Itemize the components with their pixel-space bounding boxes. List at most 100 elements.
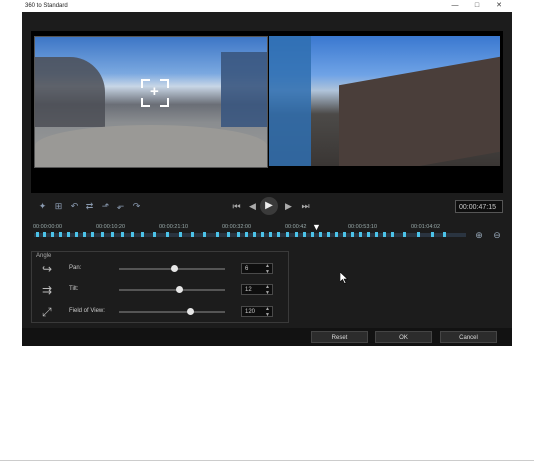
- keyframe-marker[interactable]: [269, 232, 272, 237]
- keyframe-marker[interactable]: [319, 232, 322, 237]
- title-bar: 360 to Standard — □ ✕: [22, 0, 512, 12]
- keyframe-marker[interactable]: [75, 232, 78, 237]
- angle-panel-title: Angle: [36, 253, 52, 259]
- timeline[interactable]: 00:00:00:00 00:00:10:20 00:00:21:10 00:00:3…: [31, 222, 503, 246]
- keyframe-marker[interactable]: [286, 232, 289, 237]
- view-selector[interactable]: +: [141, 79, 169, 107]
- keyframe-marker[interactable]: [367, 232, 370, 237]
- timeline-tick-label: 00:00:10:20: [96, 224, 126, 230]
- fov-slider-thumb[interactable]: [187, 308, 195, 315]
- cursor-tool-icon[interactable]: ✦: [37, 201, 48, 212]
- timecode-field[interactable]: 00:00:47:15: [455, 200, 503, 213]
- timeline-ruler: 00:00:00:00 00:00:10:20 00:00:21:10 00:00:3…: [31, 222, 483, 232]
- keyframe-marker[interactable]: [131, 232, 134, 237]
- zoom-in-icon[interactable]: ⊕: [474, 230, 484, 240]
- keyframe-marker[interactable]: [121, 232, 124, 237]
- keyframe-marker[interactable]: [351, 232, 354, 237]
- remove-keyframe-icon[interactable]: ↶: [69, 201, 80, 212]
- keyframe-marker[interactable]: [91, 232, 94, 237]
- keyframe-marker[interactable]: [245, 232, 248, 237]
- keyframe-marker[interactable]: [343, 232, 346, 237]
- prev-keyframe-icon[interactable]: ⇄: [84, 201, 95, 212]
- go-to-end-icon[interactable]: ⏭: [300, 201, 311, 212]
- keyframe-marker[interactable]: [59, 232, 62, 237]
- play-icon[interactable]: ▶: [260, 197, 278, 215]
- spin-arrows-icon[interactable]: ▲ ▼: [265, 284, 270, 296]
- keyframe-marker[interactable]: [191, 232, 194, 237]
- zoom-out-icon[interactable]: ⊖: [492, 230, 502, 240]
- timeline-tick-label: 00:00:21:10: [159, 224, 189, 230]
- pan-label: Pan:: [69, 265, 82, 271]
- keyframe-marker[interactable]: [311, 232, 314, 237]
- keyframe-marker[interactable]: [303, 232, 306, 237]
- keyframe-marker[interactable]: [403, 232, 406, 237]
- keyframe-marker[interactable]: [216, 232, 219, 237]
- keyframe-marker[interactable]: [166, 232, 169, 237]
- keyframe-marker[interactable]: [141, 232, 144, 237]
- maximize-button[interactable]: □: [470, 1, 484, 11]
- paste-keyframe-icon[interactable]: ↷: [131, 201, 142, 212]
- keyframe-marker[interactable]: [227, 232, 230, 237]
- playhead-icon[interactable]: ▼: [312, 223, 321, 232]
- ok-button[interactable]: OK: [375, 331, 432, 343]
- tilt-slider[interactable]: [119, 286, 225, 293]
- timeline-tick-label: 00:00:53:10: [348, 224, 378, 230]
- keyframe-marker[interactable]: [359, 232, 362, 237]
- dialog-window: 360 to Standard — □ ✕ + ✦ ⊞ ↶ ⇄ ⬏ ⬐ ↷ ⏮ …: [22, 0, 512, 346]
- playback-toolbar: ✦ ⊞ ↶ ⇄ ⬏ ⬐ ↷ ⏮ ◀ ▶ ▶ ⏭ 00:00:47:15: [31, 197, 503, 217]
- field-of-view-icon: ⤢: [42, 305, 52, 319]
- keyframe-marker[interactable]: [67, 232, 70, 237]
- reset-button[interactable]: Reset: [311, 331, 368, 343]
- keyframe-marker[interactable]: [51, 232, 54, 237]
- pan-slider-thumb[interactable]: [171, 265, 179, 272]
- minimize-button[interactable]: —: [448, 1, 462, 11]
- keyframe-marker[interactable]: [203, 232, 206, 237]
- keyframe-marker[interactable]: [253, 232, 256, 237]
- keyframe-marker[interactable]: [383, 232, 386, 237]
- close-button[interactable]: ✕: [492, 1, 506, 11]
- previous-frame-icon[interactable]: ◀: [247, 201, 258, 212]
- keyframe-marker[interactable]: [153, 232, 156, 237]
- spin-arrows-icon[interactable]: ▲ ▼: [265, 263, 270, 275]
- keyframe-marker[interactable]: [443, 232, 446, 237]
- spin-arrows-icon[interactable]: ▲ ▼: [265, 306, 270, 318]
- go-to-start-icon[interactable]: ⏮: [231, 201, 242, 212]
- keyframe-track[interactable]: [34, 233, 466, 237]
- timeline-tick-label: 00:00:32:00: [222, 224, 252, 230]
- tilt-slider-thumb[interactable]: [176, 286, 184, 293]
- keyframe-marker[interactable]: [83, 232, 86, 237]
- keyframe-marker[interactable]: [179, 232, 182, 237]
- reverse-keyframe-icon[interactable]: ⬐: [115, 201, 126, 212]
- keyframe-marker[interactable]: [375, 232, 378, 237]
- timeline-tick-label: 00:01:04:02: [411, 224, 441, 230]
- fov-value: 120: [245, 309, 256, 315]
- add-keyframe-icon[interactable]: ⊞: [53, 201, 64, 212]
- keyframe-marker[interactable]: [335, 232, 338, 237]
- timeline-tick-label: 00:00:00:00: [33, 224, 63, 230]
- next-frame-icon[interactable]: ▶: [283, 201, 294, 212]
- cancel-button[interactable]: Cancel: [440, 331, 497, 343]
- keyframe-marker[interactable]: [295, 232, 298, 237]
- keyframe-marker[interactable]: [101, 232, 104, 237]
- fov-spinbox[interactable]: 120 ▲ ▼: [241, 306, 273, 317]
- output-standard-preview: [269, 36, 500, 166]
- next-keyframe-icon[interactable]: ⬏: [100, 201, 111, 212]
- keyframe-marker[interactable]: [237, 232, 240, 237]
- pan-value: 6: [245, 266, 249, 272]
- keyframe-marker[interactable]: [417, 232, 420, 237]
- fov-row: ⤢ Field of View: 120 ▲ ▼: [32, 304, 288, 320]
- keyframe-marker[interactable]: [327, 232, 330, 237]
- fov-slider[interactable]: [119, 308, 225, 315]
- keyframe-marker[interactable]: [261, 232, 264, 237]
- source-360-preview[interactable]: +: [34, 36, 268, 168]
- pan-slider[interactable]: [119, 265, 225, 272]
- keyframe-marker[interactable]: [391, 232, 394, 237]
- keyframe-marker[interactable]: [431, 232, 434, 237]
- fov-label: Field of View:: [69, 308, 105, 314]
- tilt-spinbox[interactable]: 12 ▲ ▼: [241, 284, 273, 295]
- keyframe-marker[interactable]: [36, 232, 39, 237]
- keyframe-marker[interactable]: [43, 232, 46, 237]
- keyframe-marker[interactable]: [277, 232, 280, 237]
- keyframe-marker[interactable]: [111, 232, 114, 237]
- pan-spinbox[interactable]: 6 ▲ ▼: [241, 263, 273, 274]
